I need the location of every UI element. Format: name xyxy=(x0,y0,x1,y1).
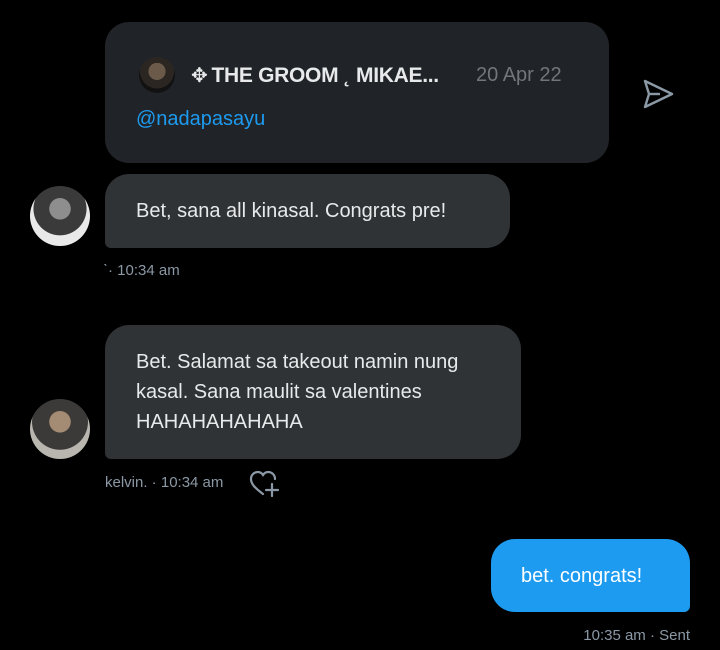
message-text: Bet. Salamat sa takeout namin nung kasal… xyxy=(136,351,459,433)
message-meta: kelvin. · 10:34 am xyxy=(105,474,224,491)
quoted-author-name: ✥ THE GROOM ˛ MIKAE... xyxy=(191,64,439,87)
message-bubble-incoming[interactable]: Bet. Salamat sa takeout namin nung kasal… xyxy=(105,325,521,459)
paper-plane-icon[interactable] xyxy=(640,76,676,112)
quoted-tweet-card[interactable]: ✥ THE GROOM ˛ MIKAE... 20 Apr 22 @nadapas… xyxy=(105,22,609,163)
message-text: bet. congrats! xyxy=(521,565,643,587)
heart-plus-icon[interactable] xyxy=(249,470,281,498)
quoted-tweet-mention[interactable]: @nadapasayu xyxy=(136,108,265,131)
message-bubble-outgoing[interactable]: bet. congrats! xyxy=(491,539,690,612)
sender-avatar[interactable] xyxy=(30,399,90,459)
message-text: Bet, sana all kinasal. Congrats pre! xyxy=(136,200,447,222)
diamond-icon: ✥ xyxy=(191,65,208,87)
dm-conversation: ✥ THE GROOM ˛ MIKAE... 20 Apr 22 @nadapas… xyxy=(0,0,720,650)
quoted-tweet-date: 20 Apr 22 xyxy=(476,64,562,86)
message-bubble-incoming[interactable]: Bet, sana all kinasal. Congrats pre! xyxy=(105,174,510,248)
message-meta: 10:35 am · Sent xyxy=(583,627,690,644)
message-meta: ˋ· 10:34 am xyxy=(103,262,180,279)
quoted-author-avatar xyxy=(139,57,175,93)
sender-avatar[interactable] xyxy=(30,186,90,246)
